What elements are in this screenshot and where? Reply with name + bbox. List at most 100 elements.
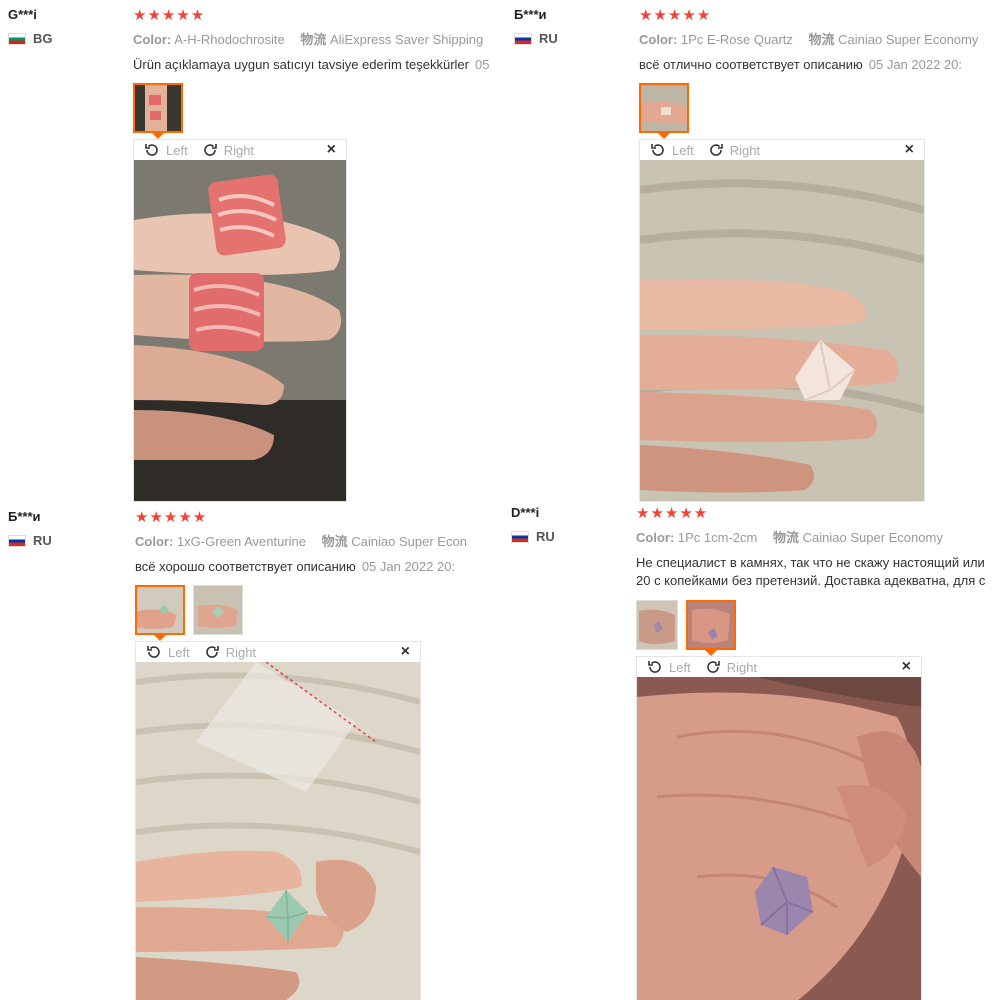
reviewer-info: Б***и RU (514, 7, 624, 46)
color-value: 1xG-Green Aventurine (176, 534, 307, 549)
color-value: A-H-Rhodochrosite (174, 32, 285, 47)
rotate-right-icon (203, 144, 217, 156)
rotate-right-button[interactable]: Right (202, 142, 254, 158)
reviewer-name: Б***и (8, 509, 41, 524)
review-text: Не специалист в камнях, так что не скажу… (636, 555, 985, 570)
rotate-left-label: Left (669, 659, 691, 675)
review-date: 05 Jan 2022 20: (868, 57, 962, 72)
rotate-left-icon (648, 661, 661, 673)
review-text: Ürün açıklamaya uygun satıcıyı tavsiye e… (133, 56, 500, 74)
review-photo (134, 160, 346, 501)
country-code: RU (539, 31, 558, 46)
russia-flag-icon (8, 534, 26, 547)
close-icon[interactable]: × (327, 141, 336, 159)
logistics-value: Cainiao Super Economy (802, 530, 943, 545)
logistics-value: Cainiao Super Econ (351, 534, 467, 549)
photo-viewer: Left Right × (639, 139, 925, 502)
reviewer-country: BG (8, 31, 118, 46)
rotate-right-icon (706, 661, 720, 673)
review-date: 05 (474, 57, 490, 72)
photo-thumbnails (135, 585, 500, 635)
rotate-left-icon (651, 144, 664, 156)
rotate-left-label: Left (168, 644, 190, 660)
review-body: ★★★★★ Color: 1xG-Green Aventurine 物流 Cai… (135, 509, 500, 1000)
rotate-right-button[interactable]: Right (708, 142, 760, 158)
review-body: ★★★★★ Color: A-H-Rhodochrosite 物流 AliExp… (133, 7, 500, 502)
country-code: BG (33, 31, 53, 46)
review-photo (136, 662, 420, 1000)
logistics-value: AliExpress Saver Shipping (330, 32, 484, 47)
rotate-right-button[interactable]: Right (705, 659, 757, 675)
review-text-content: всё хорошо соответствует описанию (135, 559, 356, 574)
logistics-label: 物流 (300, 32, 327, 47)
review-meta: Color: 1xG-Green Aventurine 物流 Cainiao S… (135, 534, 467, 550)
russia-flag-icon (514, 32, 532, 45)
rotate-right-icon (709, 144, 723, 156)
logistics-label: 物流 (808, 32, 835, 47)
photo-thumbnail[interactable] (135, 585, 185, 635)
color-label: Color: (639, 32, 678, 47)
close-icon[interactable]: × (905, 141, 914, 159)
rotate-left-button[interactable]: Left (146, 644, 190, 660)
review-card: Б***и RU ★★★★★ Color: 1Pc E-Rose Quartz … (506, 0, 1000, 502)
logistics-label: 物流 (321, 534, 348, 549)
review-card: G***i BG ★★★★★ Color: A-H-Rhodochrosite … (0, 0, 500, 502)
color-label: Color: (135, 534, 174, 549)
reviewer-name: Б***и (514, 7, 547, 22)
photo-viewer: Left Right × (135, 641, 421, 1000)
photo-thumbnail[interactable] (193, 585, 243, 635)
color-value: 1Pc 1cm-2cm (677, 530, 758, 545)
rotate-right-icon (205, 646, 219, 658)
viewer-toolbar: Left Right × (136, 642, 420, 662)
photo-thumbnail[interactable] (686, 600, 736, 650)
photo-thumbnail[interactable] (639, 83, 689, 133)
review-card: Б***и RU ★★★★★ Color: 1xG-Green Aventuri… (0, 502, 500, 1000)
rotate-right-button[interactable]: Right (204, 644, 256, 660)
review-photo (640, 160, 924, 501)
photo-thumbnail[interactable] (636, 600, 678, 650)
review-text: всё отлично соответствует описанию 05 Jan… (639, 56, 1000, 74)
reviewer-name: D***i (511, 505, 540, 520)
reviewer-info: Б***и RU (8, 509, 118, 548)
rotate-right-label: Right (729, 142, 761, 158)
rotate-left-button[interactable]: Left (650, 142, 694, 158)
reviewer-name: G***i (8, 7, 37, 22)
close-icon[interactable]: × (401, 643, 410, 661)
logistics-label: 物流 (773, 530, 800, 545)
russia-flag-icon (511, 530, 529, 543)
review-meta: Color: A-H-Rhodochrosite 物流 AliExpress S… (133, 32, 500, 48)
review-text-content: Ürün açıklamaya uygun satıcıyı tavsiye e… (133, 57, 469, 72)
review-text: всё хорошо соответствует описанию 05 Jan … (135, 558, 500, 576)
review-body: ★★★★★ Color: 1Pc E-Rose Quartz 物流 Cainia… (639, 7, 1000, 502)
color-label: Color: (133, 32, 172, 47)
rotate-left-button[interactable]: Left (647, 659, 691, 675)
rotate-right-label: Right (225, 644, 257, 660)
viewer-toolbar: Left Right × (640, 140, 924, 160)
rotate-left-label: Left (166, 142, 188, 158)
rating-stars: ★★★★★ (133, 7, 206, 24)
country-code: RU (536, 529, 555, 544)
color-value: 1Pc E-Rose Quartz (680, 32, 793, 47)
color-label: Color: (636, 530, 675, 545)
rotate-left-label: Left (672, 142, 694, 158)
review-text-content: всё отлично соответствует описанию (639, 57, 863, 72)
review-photo (637, 677, 921, 1000)
photo-thumbnails (133, 83, 500, 133)
rating-stars: ★★★★★ (639, 7, 712, 24)
country-code: RU (33, 533, 52, 548)
review-meta: Color: 1Pc E-Rose Quartz 物流 Cainiao Supe… (639, 32, 1000, 48)
reviewer-info: G***i BG (8, 7, 118, 46)
review-date: 05 Jan 2022 20: (361, 559, 456, 574)
review-card: D***i RU ★★★★★ Color: 1Pc 1cm-2cm 物流 Cai… (503, 498, 1000, 1000)
reviewer-country: RU (514, 31, 624, 46)
viewer-toolbar: Left Right × (637, 657, 921, 677)
reviewer-country: RU (8, 533, 118, 548)
review-body: ★★★★★ Color: 1Pc 1cm-2cm 物流 Cainiao Supe… (636, 505, 1000, 1000)
photo-thumbnails (639, 83, 1000, 133)
rotate-left-button[interactable]: Left (144, 142, 188, 158)
bulgaria-flag-icon (8, 32, 26, 45)
photo-thumbnail[interactable] (133, 83, 183, 133)
close-icon[interactable]: × (902, 658, 911, 676)
rating-stars: ★★★★★ (636, 505, 709, 522)
logistics-value: Cainiao Super Economy (838, 32, 979, 47)
